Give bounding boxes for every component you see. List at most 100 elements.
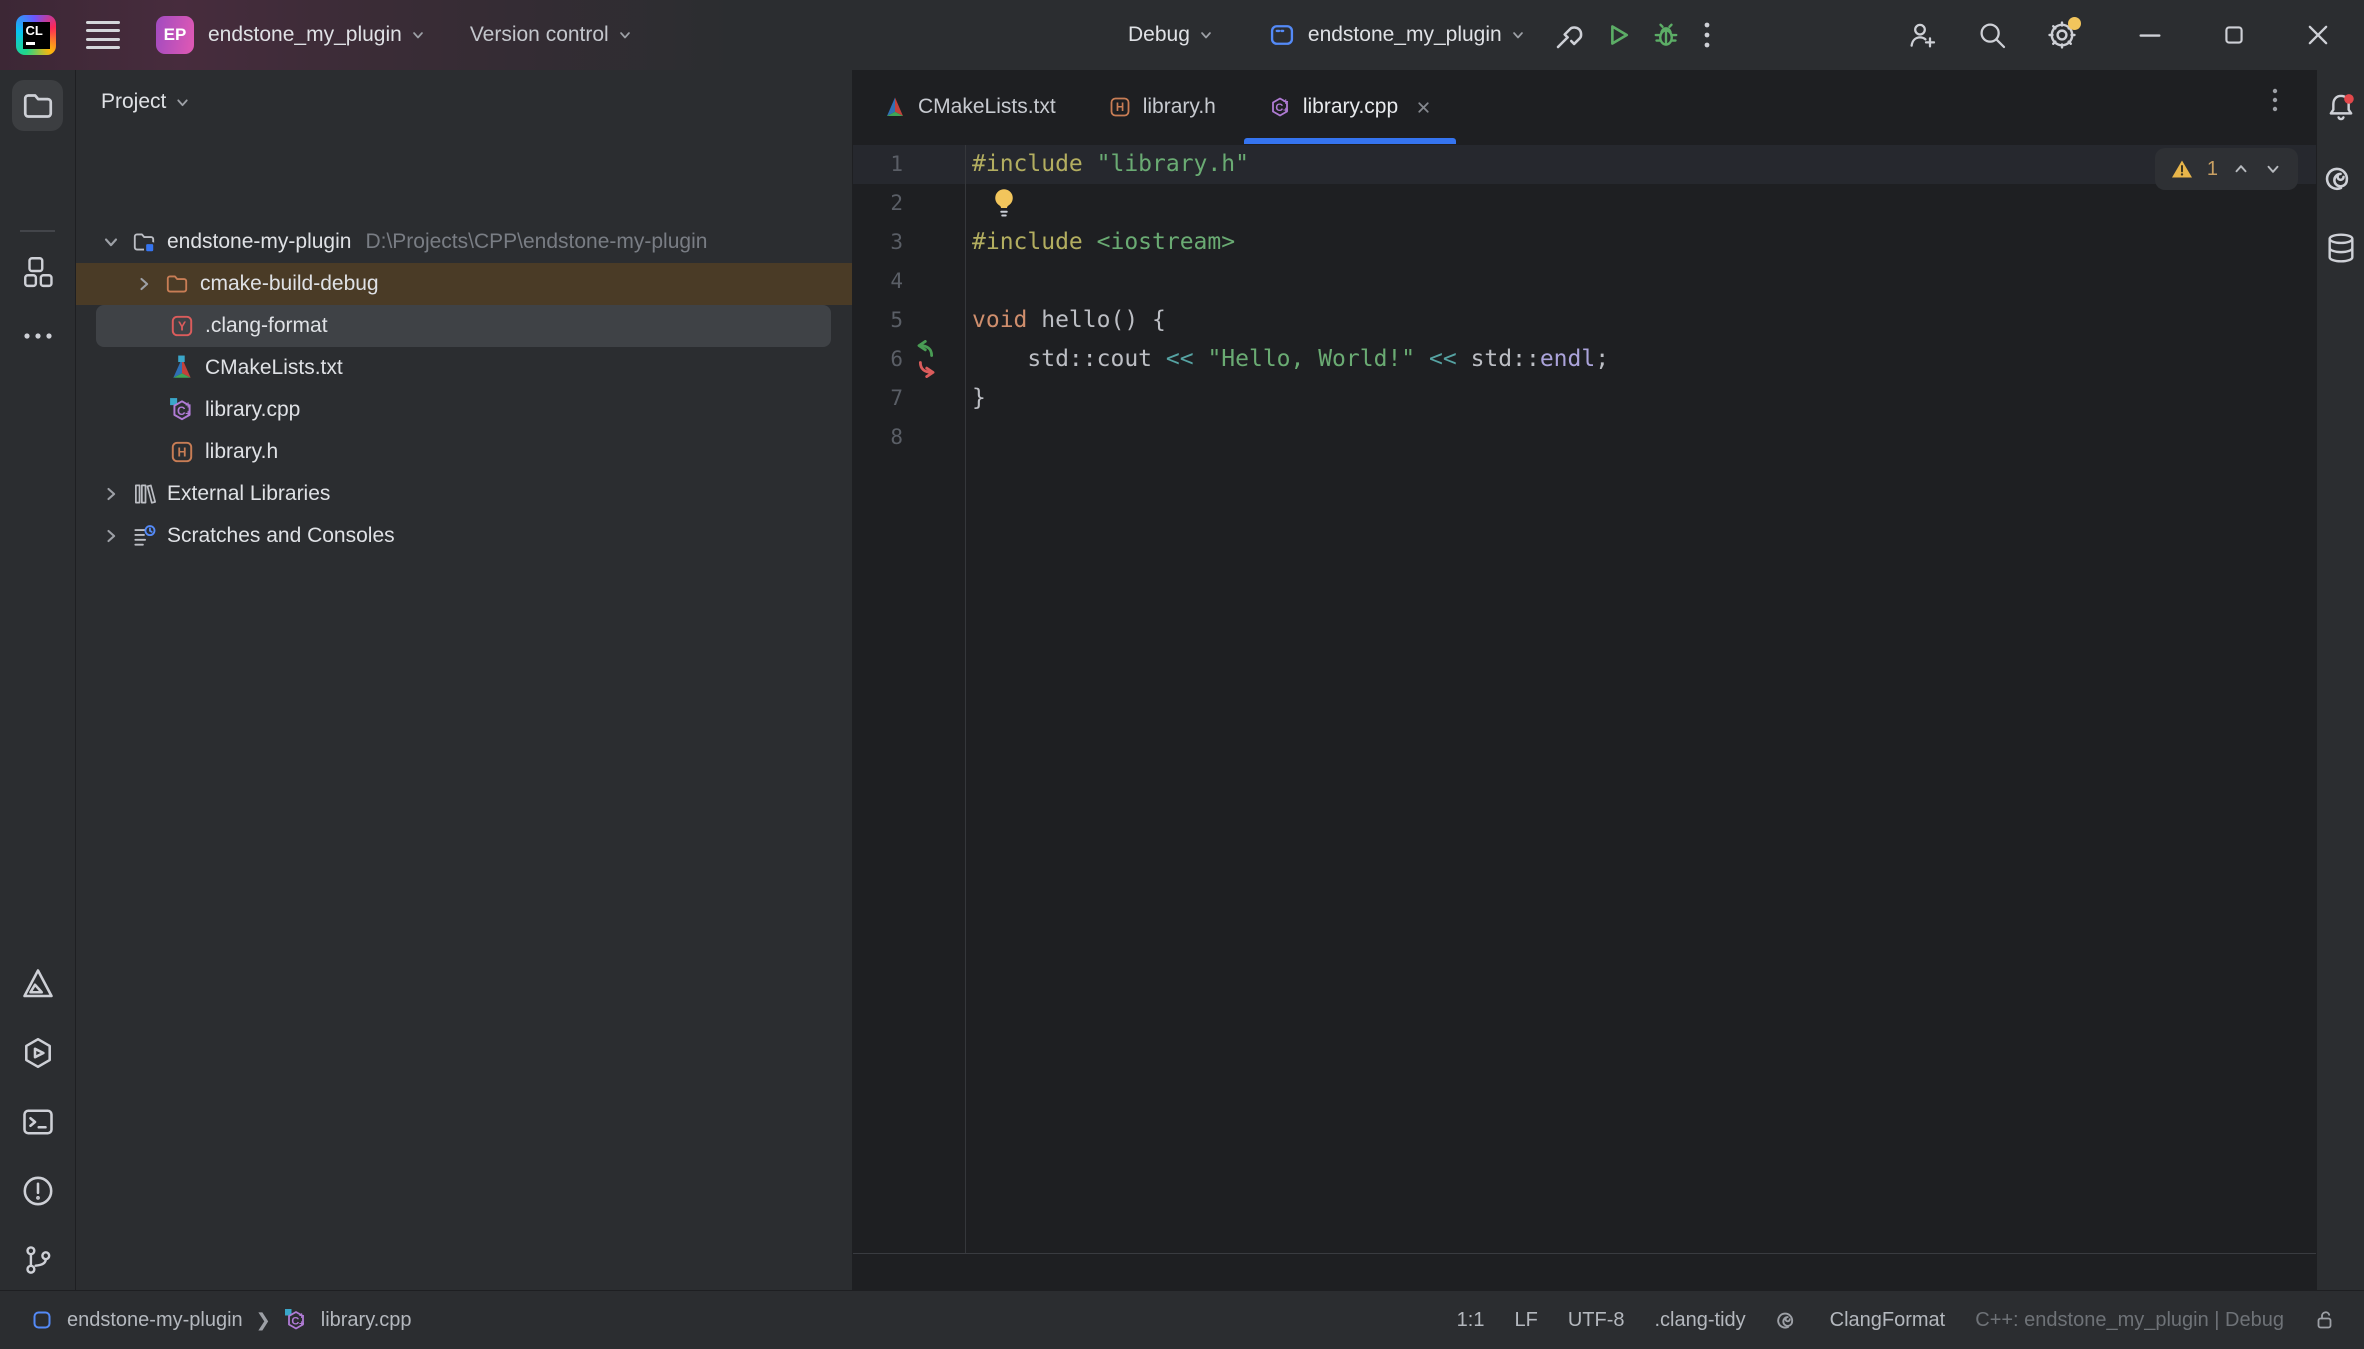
build-button[interactable] [1548,13,1592,57]
tree-item-label: cmake-build-debug [200,272,379,296]
scratches-icon [131,523,157,549]
breadcrumb-file[interactable]: library.cpp [321,1309,412,1332]
code-line[interactable]: void hello() { [972,301,1166,340]
ai-assistant-swirl-icon [2324,161,2358,195]
code-token: ; [1595,346,1609,372]
vcs-widget[interactable]: Version control [470,23,633,47]
chevron-right-icon[interactable] [101,484,121,504]
clion-logo-icon[interactable]: CL [16,15,56,55]
search-everywhere-button[interactable] [1970,13,2014,57]
tree-item-cmakelists[interactable]: CMakeLists.txt [76,347,852,389]
tab-label: CMakeLists.txt [918,95,1056,119]
stripe-divider [20,230,55,232]
cpp-file-icon: C + + [169,397,195,423]
tree-item-label: Scratches and Consoles [167,524,395,548]
tool-window-structure-button[interactable] [12,245,63,296]
toolchain-profile-widget[interactable]: C++: endstone_my_plugin | Debug [1975,1309,2284,1332]
ai-swirl-small-icon[interactable] [1776,1308,1800,1332]
code-token: "Hello, World!" [1207,346,1415,372]
tree-item-cmake-build-debug[interactable]: cmake-build-debug [76,263,852,305]
code-with-me-button[interactable] [1900,13,1944,57]
cmake-tool-icon [20,966,56,1002]
vcs-widget-label: Version control [470,23,609,47]
tree-item-scratches[interactable]: Scratches and Consoles [76,515,852,557]
breadcrumb-separator: ❯ [256,1310,271,1331]
inspections-widget[interactable]: 1 [2155,148,2298,190]
run-config-selector[interactable]: endstone_my_plugin [1308,23,1526,47]
project-avatar[interactable]: EP [156,16,194,54]
tab-close-icon[interactable] [1415,99,1432,116]
code-token: void [972,307,1027,333]
tool-window-project-button[interactable] [12,80,63,131]
problems-icon [20,1173,56,1209]
close-icon [2304,21,2332,49]
tab-bar-more-button[interactable] [2272,87,2278,118]
tab-library-h[interactable]: H library.h [1082,70,1242,144]
yaml-file-icon: Y [169,313,195,339]
tab-library-cpp[interactable]: C + + library.cpp [1242,70,1458,144]
code-line[interactable]: #include "library.h" [972,145,1249,184]
window-minimize-button[interactable] [2128,13,2172,57]
declaration-navigation-gutter-icons[interactable] [909,340,943,378]
clang-tidy-widget[interactable]: .clang-tidy [1654,1309,1745,1332]
project-folder-icon [131,229,157,255]
code-token: endl [1540,346,1595,372]
caret-position-widget[interactable]: 1:1 [1457,1309,1485,1332]
encoding-widget[interactable]: UTF-8 [1568,1309,1625,1332]
line-number: 4 [853,262,903,301]
debug-button[interactable] [1644,13,1688,57]
svg-text:+: + [185,409,191,420]
window-maximize-button[interactable] [2212,13,2256,57]
tree-item-label: endstone-my-plugin [167,230,351,254]
lock-open-icon[interactable] [2314,1308,2338,1332]
run-config-mode-selector[interactable]: Debug [1128,23,1214,47]
notifications-button[interactable] [2321,88,2361,128]
clang-format-widget[interactable]: ClangFormat [1830,1309,1946,1332]
tool-window-terminal-button[interactable] [12,1096,63,1147]
hammer-icon [1554,19,1586,51]
header-file-icon: H [1108,95,1132,119]
breadcrumb-project[interactable]: endstone-my-plugin [67,1309,243,1332]
tree-item-label: .clang-format [205,314,328,338]
tool-window-cmake-button[interactable] [12,958,63,1009]
line-number: 2 [853,184,903,223]
intention-bulb-icon[interactable] [989,186,1019,220]
tree-item-library-h[interactable]: H library.h [76,431,852,473]
code-line[interactable]: std::cout << "Hello, World!" << std::end… [972,340,1609,379]
warning-count: 1 [2207,158,2218,181]
main-menu-icon[interactable] [86,21,120,50]
code-line[interactable]: } [972,379,986,418]
chevron-down-icon[interactable] [101,232,121,252]
more-actions-button[interactable] [1690,13,1724,57]
chevron-right-icon[interactable] [101,526,121,546]
ai-assistant-button[interactable] [2321,158,2361,198]
tool-window-problems-button[interactable] [12,1165,63,1216]
tree-item-external-libraries[interactable]: External Libraries [76,473,852,515]
more-tool-windows-button[interactable] [12,310,63,361]
code-token: << [1166,346,1194,372]
chevron-down-icon [1510,27,1526,43]
tree-item-label: External Libraries [167,482,330,506]
next-problem-chevron-icon[interactable] [2264,160,2282,178]
tree-item-library-cpp[interactable]: C + + library.cpp [76,389,852,431]
tab-cmakelists[interactable]: CMakeLists.txt [857,70,1082,144]
tree-item-project-root[interactable]: endstone-my-plugin D:\Projects\CPP\endst… [76,221,852,263]
line-ending-widget[interactable]: LF [1514,1309,1537,1332]
chevron-down-icon [174,94,191,111]
project-panel-header[interactable]: Project [101,90,191,114]
status-bar: endstone-my-plugin ❯ C + + library.cpp 1… [0,1290,2364,1349]
tool-window-git-button[interactable] [12,1234,63,1285]
code-line[interactable]: #include <iostream> [972,223,1235,262]
tool-window-services-button[interactable] [12,1027,63,1078]
database-button[interactable] [2321,228,2361,268]
project-widget[interactable]: endstone_my_plugin [208,23,426,47]
window-close-button[interactable] [2296,13,2340,57]
tree-item-path: D:\Projects\CPP\endstone-my-plugin [365,230,707,254]
prev-problem-chevron-icon[interactable] [2232,160,2250,178]
chevron-right-icon[interactable] [134,274,154,294]
settings-button[interactable] [2040,13,2084,57]
code-token: <iostream> [1097,229,1235,255]
structure-icon [21,254,55,288]
run-button[interactable] [1596,13,1640,57]
tree-item-clang-format[interactable]: Y .clang-format [76,305,852,347]
